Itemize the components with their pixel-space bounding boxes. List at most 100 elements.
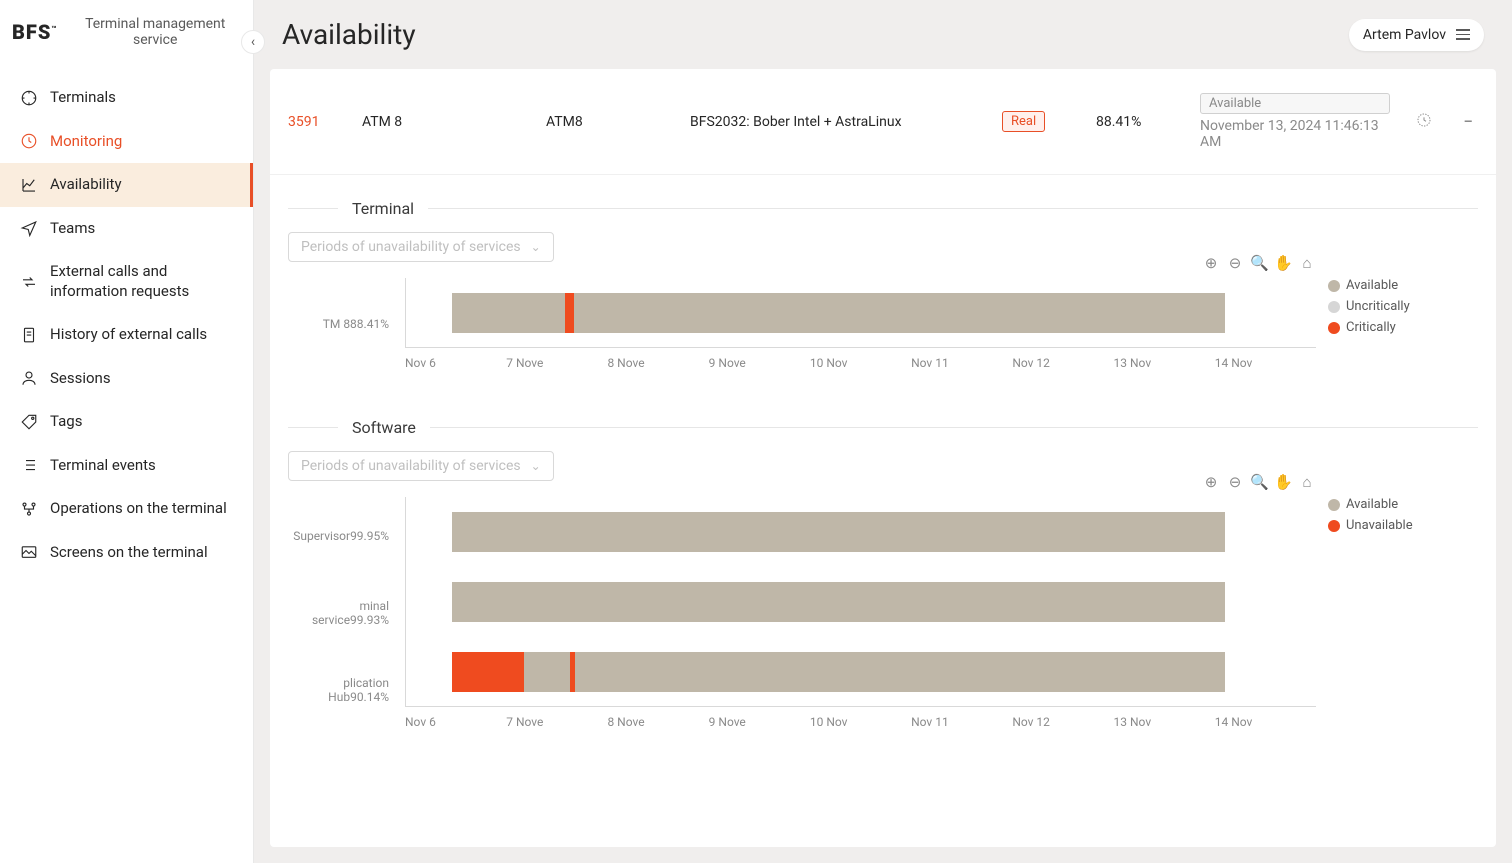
software-panel: Software Periods of unavailability of se… [270,418,1496,753]
chevron-down-icon: ⌄ [531,240,541,254]
sidebar-item-external-calls[interactable]: External calls and information requests [0,250,253,313]
sidebar-item-label: Tags [50,412,82,432]
home-icon[interactable]: ⌂ [1298,254,1316,272]
terminal-pct: 88.41% [1096,114,1176,130]
terminal-date: November 13, 2024 11:46:13 AM [1200,118,1390,150]
segment-available [452,512,1226,552]
zoom-icon[interactable]: 🔍 [1250,473,1268,491]
legend-uncritically[interactable]: Uncritically [1328,299,1478,314]
chart-icon [20,176,38,194]
operation-icon [20,500,38,518]
hamburger-icon [1456,29,1470,40]
software-chart-toolbar: ⊕ ⊖ 🔍 ✋ ⌂ [1202,473,1316,491]
sidebar-item-monitoring[interactable]: Monitoring [0,120,253,164]
pan-icon[interactable]: ✋ [1274,254,1292,272]
sidebar-item-teams[interactable]: Teams [0,207,253,251]
chart-row [406,497,1316,567]
terminal-code: ATM8 [546,114,666,130]
terminal-id[interactable]: 3591 [288,114,338,130]
legend-available[interactable]: Available [1328,278,1478,293]
app-title: Terminal management service [69,16,241,48]
sidebar-header: BFS™ Terminal management service [0,0,253,64]
sidebar-item-label: Monitoring [50,132,122,152]
nav: Terminals Monitoring Availability Teams … [0,64,253,863]
sidebar-item-operations[interactable]: Operations on the terminal [0,487,253,531]
legend-critically[interactable]: Critically [1328,320,1478,335]
collapse-row-button[interactable]: – [1458,114,1478,130]
terminal-panel-title: Terminal [352,199,414,218]
swap-icon [20,273,38,291]
user-name: Artem Pavlov [1363,27,1446,43]
page-title: Availability [282,18,416,51]
segment-available [452,582,1226,622]
sidebar-item-tags[interactable]: Tags [0,400,253,444]
terminal-chart-ylabel: TM 888.41% [323,289,389,359]
software-ylabel-terminal-service: minal service99.93% [288,578,389,648]
sidebar-item-label: Terminal events [50,456,156,476]
segment-unavailable [570,652,575,692]
chart-row [406,278,1316,348]
sidebar-item-label: External calls and information requests [50,262,233,301]
user-menu[interactable]: Artem Pavlov [1349,19,1484,51]
sidebar-collapse-button[interactable]: ‹ [241,30,265,54]
logo: BFS™ [12,20,57,44]
terminal-badges: Real [1002,111,1072,132]
software-ylabel-supervisor: Supervisor99.95% [293,501,389,571]
tag-icon [20,413,38,431]
software-ylabel-app-hub: plication Hub90.14% [288,655,389,725]
software-legend: Available Unavailable [1328,497,1478,729]
send-icon [20,219,38,237]
zoom-out-icon[interactable]: ⊖ [1226,254,1244,272]
sidebar-item-label: Availability [50,175,122,195]
terminal-xaxis: Nov 67 Nove8 Nove9 Nove10 NovNov 11Nov 1… [405,356,1316,370]
content: 3591 ATM 8 ATM8 BFS2032: Bober Intel + A… [270,69,1496,847]
image-icon [20,543,38,561]
topbar: Availability Artem Pavlov [254,0,1512,69]
sidebar: BFS™ Terminal management service ‹ Termi… [0,0,254,863]
chart-row [406,567,1316,637]
sidebar-item-label: Terminals [50,88,116,108]
main: Availability Artem Pavlov 3591 ATM 8 ATM… [254,0,1512,863]
monitoring-icon [20,132,38,150]
terminal-info-row: 3591 ATM 8 ATM8 BFS2032: Bober Intel + A… [270,69,1496,175]
segment-available [452,652,1226,692]
sidebar-item-label: Screens on the terminal [50,543,208,563]
sidebar-item-label: Operations on the terminal [50,499,227,519]
dashboard-icon [20,89,38,107]
segment-critical [565,293,574,333]
zoom-icon[interactable]: 🔍 [1250,254,1268,272]
clock-icon [1414,112,1434,132]
doc-icon [20,326,38,344]
sidebar-item-terminal-events[interactable]: Terminal events [0,444,253,488]
terminal-legend: Available Uncritically Critically [1328,278,1478,370]
badge-available: Available [1200,93,1390,114]
chevron-down-icon: ⌄ [531,459,541,473]
sidebar-item-availability[interactable]: Availability [0,163,253,207]
software-xaxis: Nov 67 Nove8 Nove9 Nove10 NovNov 11Nov 1… [405,715,1316,729]
sidebar-item-screens[interactable]: Screens on the terminal [0,531,253,575]
sidebar-item-terminals[interactable]: Terminals [0,76,253,120]
software-chart: Supervisor99.95% minal service99.93% pli… [288,497,1478,729]
legend-available[interactable]: Available [1328,497,1478,512]
terminal-panel: Terminal Periods of unavailability of se… [270,199,1496,394]
software-periods-dropdown[interactable]: Periods of unavailability of services ⌄ [288,451,554,481]
home-icon[interactable]: ⌂ [1298,473,1316,491]
zoom-out-icon[interactable]: ⊖ [1226,473,1244,491]
terminal-periods-dropdown[interactable]: Periods of unavailability of services ⌄ [288,232,554,262]
zoom-in-icon[interactable]: ⊕ [1202,473,1220,491]
user-icon [20,369,38,387]
pan-icon[interactable]: ✋ [1274,473,1292,491]
terminal-chart-toolbar: ⊕ ⊖ 🔍 ✋ ⌂ [1202,254,1316,272]
list-icon [20,456,38,474]
sidebar-item-label: Teams [50,219,95,239]
sidebar-item-sessions[interactable]: Sessions [0,357,253,401]
terminal-name: ATM 8 [362,114,522,130]
legend-unavailable[interactable]: Unavailable [1328,518,1478,533]
zoom-in-icon[interactable]: ⊕ [1202,254,1220,272]
sidebar-item-history[interactable]: History of external calls [0,313,253,357]
chart-row [406,637,1316,707]
sidebar-item-label: History of external calls [50,325,207,345]
badge-real: Real [1002,111,1045,132]
terminal-desc: BFS2032: Bober Intel + AstraLinux [690,114,978,130]
software-panel-title: Software [352,418,416,437]
